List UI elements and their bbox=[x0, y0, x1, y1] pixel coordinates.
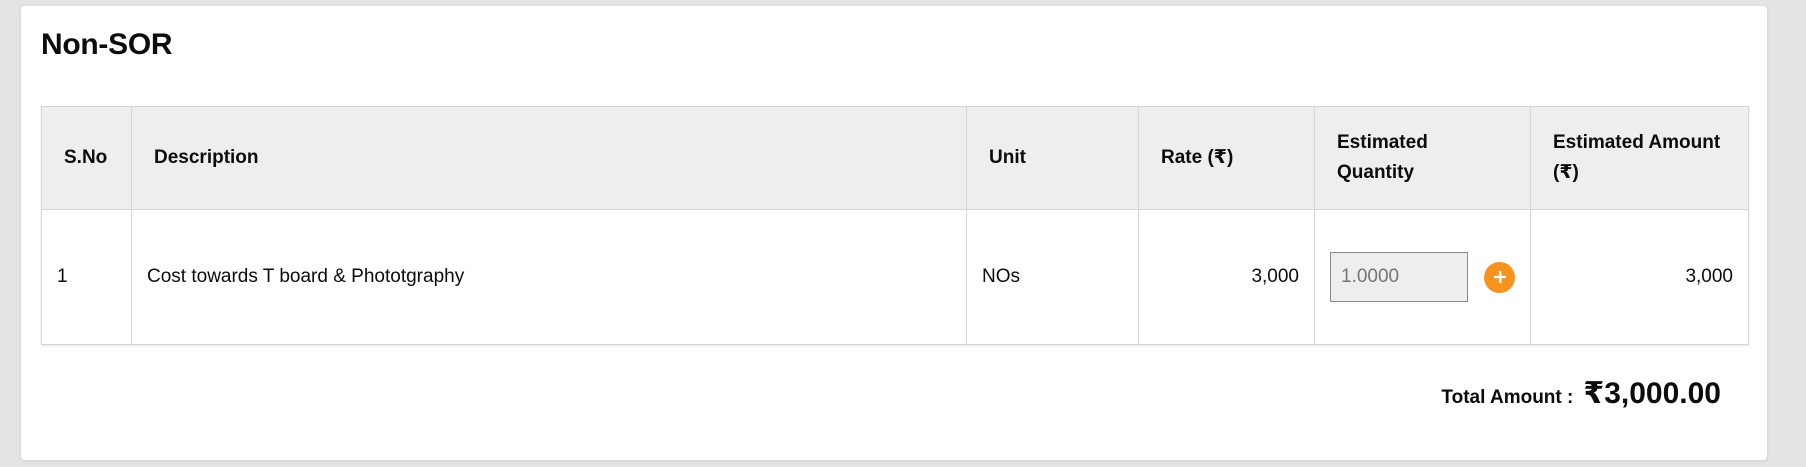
header-rate: Rate (₹) bbox=[1138, 106, 1315, 210]
section-title: Non-SOR bbox=[41, 28, 173, 61]
quantity-control bbox=[1330, 252, 1515, 302]
cell-estimated-amount: 3,000 bbox=[1530, 209, 1749, 345]
non-sor-card: Non-SOR S.No Description Unit Rate (₹) E… bbox=[21, 6, 1767, 460]
header-estimated-amount: Estimated Amount (₹) bbox=[1530, 106, 1749, 210]
cell-estimated-quantity bbox=[1314, 209, 1531, 345]
header-description: Description bbox=[131, 106, 967, 210]
plus-icon bbox=[1493, 271, 1506, 283]
header-unit: Unit bbox=[966, 106, 1139, 210]
header-estimated-quantity: Estimated Quantity bbox=[1314, 106, 1531, 210]
cell-sno: 1 bbox=[41, 209, 132, 345]
cell-rate: 3,000 bbox=[1138, 209, 1315, 345]
non-sor-table: S.No Description Unit Rate (₹) Estimated… bbox=[41, 106, 1749, 345]
cell-description: Cost towards T board & Phototgraphy bbox=[131, 209, 967, 345]
header-sno: S.No bbox=[41, 106, 132, 210]
total-amount: Total Amount : ₹3,000.00 bbox=[1441, 376, 1721, 411]
table-header-row: S.No Description Unit Rate (₹) Estimated… bbox=[41, 106, 1749, 210]
table-row: 1 Cost towards T board & Phototgraphy NO… bbox=[41, 209, 1749, 345]
add-quantity-button[interactable] bbox=[1484, 261, 1515, 293]
total-amount-value: ₹3,000.00 bbox=[1583, 377, 1721, 410]
total-amount-label: Total Amount : bbox=[1441, 387, 1574, 408]
estimated-quantity-input[interactable] bbox=[1330, 252, 1468, 302]
cell-unit: NOs bbox=[966, 209, 1139, 345]
